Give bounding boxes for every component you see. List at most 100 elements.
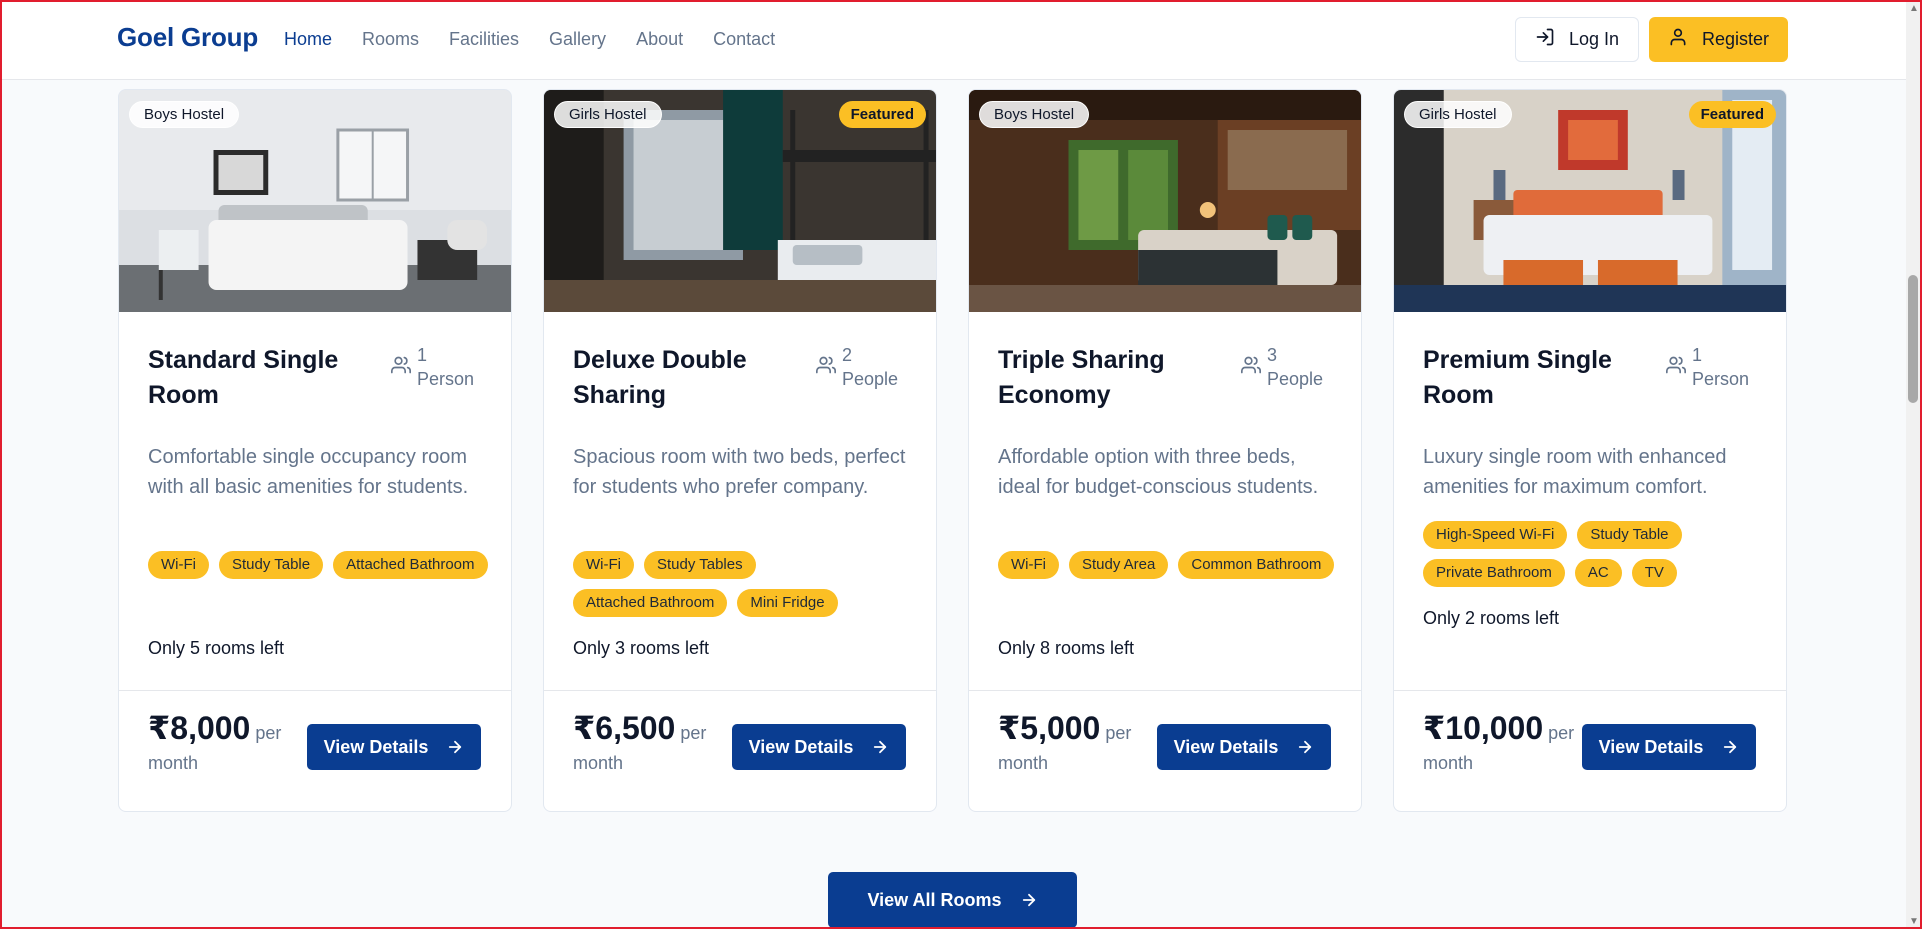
view-details-label: View Details	[323, 736, 429, 757]
amenity-chip: Attached Bathroom	[333, 551, 488, 579]
amenity-chip: Private Bathroom	[1423, 559, 1565, 587]
view-details-label: View Details	[1598, 736, 1704, 757]
arrow-right-icon	[874, 740, 887, 754]
view-details-button[interactable]: View Details	[1582, 724, 1756, 770]
nav-facilities[interactable]: Facilities	[449, 27, 519, 51]
arrow-right-icon	[1299, 740, 1312, 754]
amenity-list: Wi-Fi Study Tables Attached Bathroom Min…	[573, 551, 918, 617]
arrow-right-icon	[449, 740, 462, 754]
room-description: Comfortable single occupancy room with a…	[148, 446, 469, 498]
featured-badge: Featured	[838, 101, 926, 128]
amenity-chip: Study Table	[1577, 521, 1682, 549]
availability-text: Only 8 rooms left	[998, 638, 1135, 658]
main-nav: Home Rooms Facilities Gallery About Cont…	[284, 27, 805, 51]
availability-text: Only 2 rooms left	[1423, 608, 1560, 628]
amenity-list: Wi-Fi Study Table Attached Bathroom	[148, 551, 493, 579]
view-all-label: View All Rooms	[867, 889, 1002, 910]
card-divider	[119, 690, 511, 691]
amenity-chip: Common Bathroom	[1178, 551, 1335, 579]
availability-text: Only 3 rooms left	[573, 638, 710, 658]
brand-logo[interactable]: Goel Group	[117, 22, 258, 53]
amenity-chip: High-Speed Wi-Fi	[1423, 521, 1568, 549]
occupancy-count: 1	[1692, 345, 1703, 365]
occupancy-count: 3	[1267, 345, 1278, 365]
arrow-right-icon	[1022, 893, 1035, 907]
page-scrollbar[interactable]: ▲ ▼	[1906, 0, 1922, 929]
card-divider	[1394, 690, 1786, 691]
room-card: Boys Hostel Triple Sharing Economy 3 Peop…	[968, 89, 1362, 812]
amenity-list: High-Speed Wi-Fi Study Table Private Bat…	[1423, 521, 1768, 587]
hostel-badge: Boys Hostel	[979, 101, 1090, 128]
room-title: Deluxe Double Sharing	[573, 346, 747, 409]
scrollbar-thumb[interactable]	[1908, 275, 1918, 403]
card-divider	[544, 690, 936, 691]
price-amount: ₹6,500	[573, 710, 676, 746]
amenity-chip: Attached Bathroom	[573, 589, 728, 617]
hostel-badge: Girls Hostel	[554, 101, 662, 128]
amenity-list: Wi-Fi Study Area Common Bathroom	[998, 551, 1343, 579]
amenity-chip: Study Tables	[643, 551, 756, 579]
availability-text: Only 5 rooms left	[148, 638, 285, 658]
amenity-chip: Wi-Fi	[148, 551, 209, 579]
price-amount: ₹5,000	[998, 710, 1101, 746]
login-label: Log In	[1568, 29, 1620, 49]
site-header: Goel Group Home Rooms Facilities Gallery…	[0, 0, 1906, 80]
view-details-button[interactable]: View Details	[732, 724, 906, 770]
scroll-up-icon[interactable]: ▲	[1908, 2, 1920, 14]
scroll-down-icon[interactable]: ▼	[1908, 915, 1920, 927]
users-icon	[816, 356, 836, 374]
price-block: ₹6,500 per month	[573, 710, 733, 778]
occupancy-unit: People	[1267, 369, 1324, 389]
price-block: ₹10,000 per month	[1423, 710, 1583, 778]
room-description: Spacious room with two beds, perfect for…	[573, 446, 906, 498]
occupancy-info: 1 Person	[1666, 343, 1776, 391]
amenity-chip: Wi-Fi	[998, 551, 1059, 579]
amenity-chip: Study Table	[218, 551, 324, 579]
view-details-label: View Details	[748, 736, 854, 757]
occupancy-unit: Person	[1692, 369, 1750, 389]
room-card: Girls Hostel Featured Premium Single Roo…	[1393, 89, 1787, 812]
amenity-chip: Mini Fridge	[737, 589, 838, 617]
occupancy-info: 1 Person	[391, 343, 501, 391]
card-divider	[969, 690, 1361, 691]
amenity-chip: AC	[1574, 559, 1622, 587]
register-button[interactable]: Register	[1649, 17, 1788, 62]
nav-home[interactable]: Home	[284, 27, 332, 51]
room-title: Premium Single Room	[1423, 346, 1612, 409]
user-icon	[1668, 27, 1688, 52]
amenity-chip: Wi-Fi	[573, 551, 634, 579]
room-card: Boys Hostel Standard Single Room 1 Person…	[118, 89, 512, 812]
view-details-button[interactable]: View Details	[1157, 724, 1331, 770]
log-in-icon	[1535, 27, 1555, 52]
view-all-rooms-button[interactable]: View All Rooms	[828, 872, 1077, 928]
occupancy-count: 1	[417, 345, 428, 365]
users-icon	[391, 356, 411, 374]
nav-contact[interactable]: Contact	[713, 27, 775, 51]
arrow-right-icon	[1724, 740, 1737, 754]
price-block: ₹8,000 per month	[148, 710, 308, 778]
users-icon	[1241, 356, 1261, 374]
room-description: Affordable option with three beds, ideal…	[998, 446, 1319, 498]
view-details-button[interactable]: View Details	[307, 724, 481, 770]
price-amount: ₹8,000	[148, 710, 251, 746]
nav-gallery[interactable]: Gallery	[549, 27, 606, 51]
view-details-label: View Details	[1173, 736, 1279, 757]
occupancy-unit: Person	[417, 369, 475, 389]
nav-about[interactable]: About	[636, 27, 683, 51]
amenity-chip: Study Area	[1068, 551, 1169, 579]
login-button[interactable]: Log In	[1515, 17, 1639, 62]
occupancy-count: 2	[842, 345, 853, 365]
occupancy-info: 2 People	[816, 343, 926, 391]
hostel-badge: Girls Hostel	[1404, 101, 1512, 128]
nav-rooms[interactable]: Rooms	[362, 27, 419, 51]
room-title: Standard Single Room	[148, 346, 339, 409]
price-amount: ₹10,000	[1423, 710, 1544, 746]
users-icon	[1666, 356, 1686, 374]
amenity-chip: TV	[1631, 559, 1677, 587]
register-label: Register	[1701, 29, 1770, 49]
featured-badge: Featured	[1688, 101, 1776, 128]
room-card: Girls Hostel Featured Deluxe Double Shar…	[543, 89, 937, 812]
room-description: Luxury single room with enhanced ameniti…	[1423, 446, 1727, 498]
price-block: ₹5,000 per month	[998, 710, 1158, 778]
room-title: Triple Sharing Economy	[998, 346, 1165, 409]
